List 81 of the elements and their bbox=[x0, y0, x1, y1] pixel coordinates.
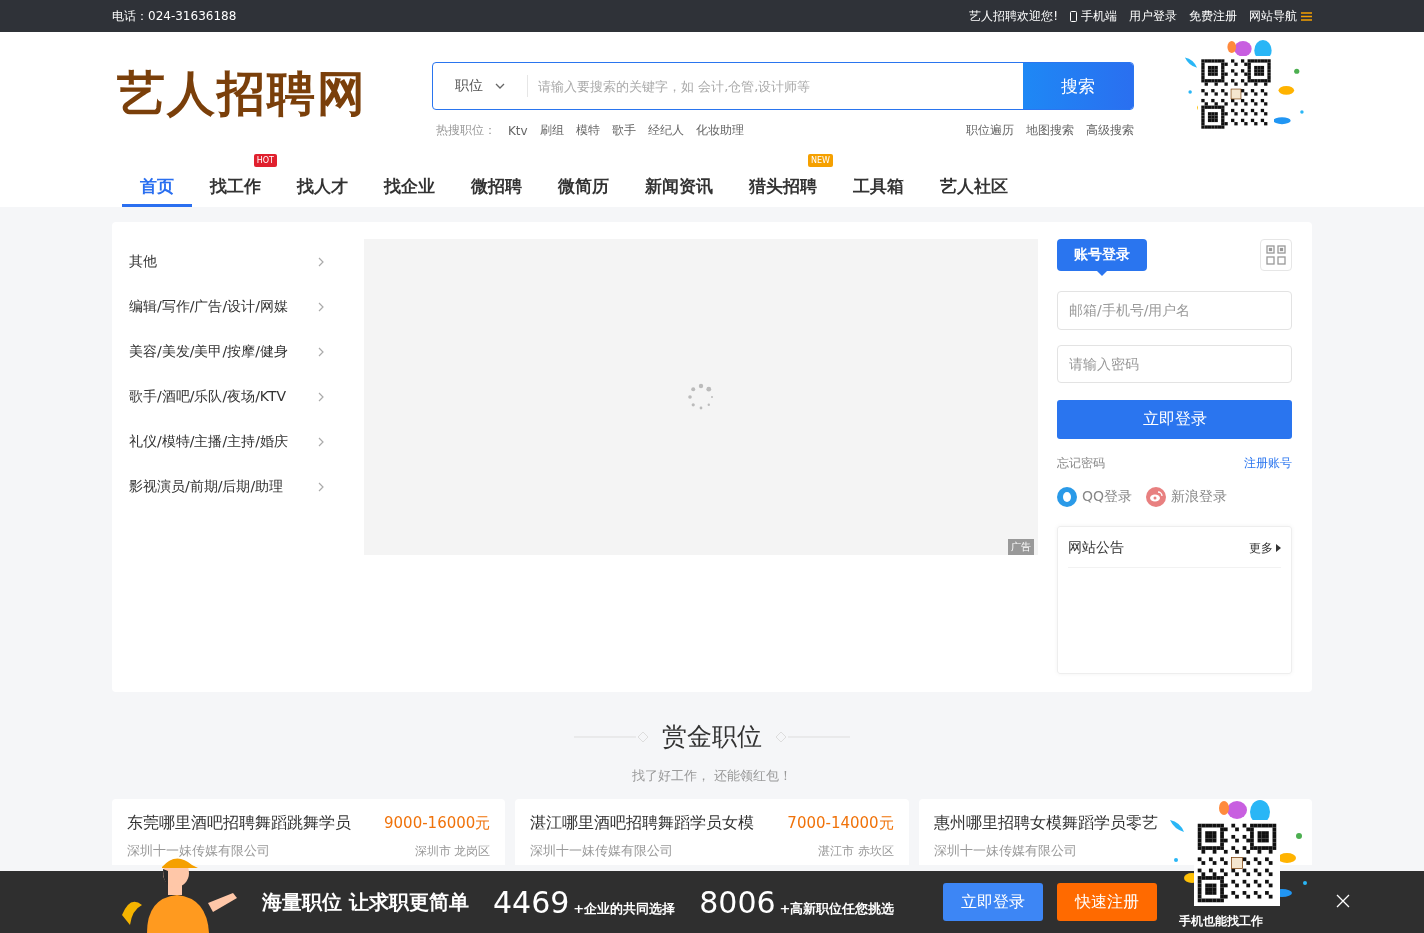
ad-tag: 广告 bbox=[1008, 539, 1034, 555]
category-item[interactable]: 编辑/写作/广告/设计/网媒 bbox=[112, 284, 364, 329]
forgot-password-link[interactable]: 忘记密码 bbox=[1057, 455, 1105, 473]
chevron-right-icon bbox=[318, 436, 324, 447]
site-logo[interactable]: 艺人招聘网 bbox=[117, 62, 432, 126]
hot-search-link[interactable]: 化妆助理 bbox=[695, 122, 744, 139]
nav-badge: HOT bbox=[253, 154, 277, 167]
nav-tab[interactable]: 找人才 bbox=[279, 169, 366, 207]
nav-tab[interactable]: 首页 bbox=[122, 169, 192, 207]
job-title[interactable]: 湛江哪里酒吧招聘舞蹈学员女模 bbox=[530, 813, 755, 834]
section-subtitle: 找了好工作， 还能领红包！ bbox=[631, 767, 793, 785]
social-login-link[interactable]: QQ登录 bbox=[1057, 487, 1133, 508]
chevron-right-icon bbox=[318, 301, 324, 312]
nav-tab[interactable]: 新闻资讯 bbox=[627, 169, 731, 207]
nav-tab[interactable]: 工具箱 bbox=[835, 169, 922, 207]
stat-label: +高新职位任您挑选 bbox=[779, 899, 895, 918]
chevron-down-icon bbox=[495, 83, 505, 89]
stat-number: 4469 bbox=[492, 884, 570, 920]
close-icon bbox=[1336, 893, 1350, 908]
chevron-right-icon bbox=[318, 391, 324, 402]
chevron-right-icon bbox=[318, 346, 324, 357]
loading-spinner-icon bbox=[687, 383, 715, 411]
notice-title: 网站公告 bbox=[1068, 539, 1124, 558]
top-link[interactable]: 手机端 bbox=[1070, 7, 1117, 25]
tab-pointer-icon bbox=[1097, 271, 1107, 276]
account-login-tab[interactable]: 账号登录 bbox=[1057, 239, 1147, 271]
nav-tab[interactable]: 猎头招聘 bbox=[731, 169, 835, 207]
hot-search-link[interactable]: 刷组 bbox=[539, 122, 564, 139]
hot-search-link[interactable]: 歌手 bbox=[611, 122, 636, 139]
penguin-icon bbox=[1057, 487, 1077, 508]
promo-slogan: 海量职位 让求职更简单 bbox=[262, 888, 469, 916]
job-salary: 7000-14000元 bbox=[787, 814, 894, 833]
nav-tab[interactable]: 找工作 bbox=[192, 169, 279, 207]
search-box[interactable]: 职位 请输入要搜索的关键字，如 会计,仓管,设计师等 搜索 bbox=[432, 62, 1134, 110]
nav-tab[interactable]: 找企业 bbox=[366, 169, 453, 207]
hot-search-link[interactable]: 经纪人 bbox=[647, 122, 684, 139]
phone-number: 电话：024-31636188 bbox=[112, 7, 237, 25]
stat-number: 8006 bbox=[699, 884, 776, 920]
login-button[interactable]: 立即登录 bbox=[1057, 400, 1292, 440]
job-title[interactable]: 东莞哪里酒吧招聘舞蹈跳舞学员 bbox=[127, 813, 351, 834]
menu-icon bbox=[1301, 11, 1312, 21]
nav-badge: NEW bbox=[808, 154, 833, 167]
job-location: 湛江市 赤坎区 bbox=[817, 843, 894, 860]
chevron-right-icon bbox=[318, 256, 324, 267]
category-item[interactable]: 歌手/酒吧/乐队/夜场/KTV bbox=[112, 374, 364, 419]
qr-caption: 手机也能找工作 bbox=[1179, 913, 1263, 930]
chevron-right-icon bbox=[318, 481, 324, 492]
top-link[interactable]: 免费注册 bbox=[1189, 7, 1237, 25]
job-salary: 9000-16000元 bbox=[384, 814, 491, 833]
nav-tab[interactable]: 艺人社区 bbox=[922, 169, 1026, 207]
category-item[interactable]: 影视演员/前期/后期/助理 bbox=[112, 464, 364, 509]
hot-search-link[interactable]: 模特 bbox=[575, 122, 600, 139]
top-link[interactable]: 用户登录 bbox=[1129, 7, 1177, 25]
search-option-link[interactable]: 职位遍历 bbox=[966, 122, 1014, 139]
category-item[interactable]: 礼仪/模特/主播/主持/婚庆 bbox=[112, 419, 364, 464]
hot-search-link[interactable]: Ktv bbox=[508, 123, 528, 138]
site-nav-link[interactable]: 网站导航 bbox=[1249, 7, 1312, 25]
hot-search-label: 热搜职位： bbox=[436, 122, 496, 139]
section-title: 赏金职位 bbox=[662, 721, 762, 753]
weibo-icon bbox=[1146, 487, 1167, 508]
search-option-link[interactable]: 高级搜索 bbox=[1086, 122, 1134, 139]
nav-tab[interactable]: 微简历 bbox=[540, 169, 627, 207]
phone-icon bbox=[1070, 10, 1077, 22]
stat-label: +企业的共同选择 bbox=[573, 899, 676, 918]
social-login-link[interactable]: 新浪登录 bbox=[1146, 487, 1228, 508]
category-item[interactable]: 其他 bbox=[112, 239, 364, 284]
password-field[interactable]: 请输入密码 bbox=[1057, 344, 1292, 384]
job-location: 深圳市 龙岗区 bbox=[414, 843, 491, 860]
welcome-text: 艺人招聘欢迎您! bbox=[969, 7, 1058, 25]
more-link[interactable]: 更多 bbox=[1249, 539, 1281, 557]
job-title[interactable]: 惠州哪里招聘女模舞蹈学员零艺 bbox=[933, 813, 1158, 834]
search-button[interactable]: 搜索 bbox=[1023, 63, 1133, 109]
login-button[interactable]: 立即登录 bbox=[942, 883, 1043, 921]
qr-code-icon bbox=[1194, 820, 1280, 906]
username-field[interactable]: 邮箱/手机号/用户名 bbox=[1057, 291, 1292, 330]
category-item[interactable]: 美容/美发/美甲/按摩/健身 bbox=[112, 329, 364, 374]
nav-tab[interactable]: 微招聘 bbox=[453, 169, 540, 207]
register-link[interactable]: 注册账号 bbox=[1244, 455, 1292, 473]
qr-code-icon bbox=[1266, 245, 1286, 265]
search-option-link[interactable]: 地图搜索 bbox=[1026, 122, 1074, 139]
caret-icon bbox=[1276, 544, 1281, 553]
